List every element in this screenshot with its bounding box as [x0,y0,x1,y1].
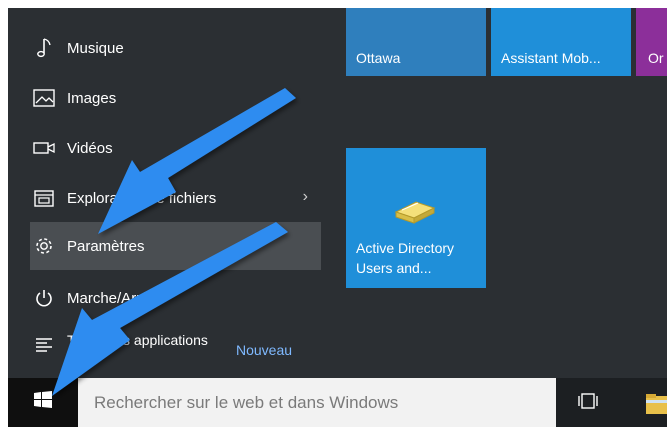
tile-weather-ottawa[interactable]: Ottawa [346,8,486,76]
file-explorer-taskbar-icon[interactable] [642,388,667,418]
tile-label: Active Directory Users and... [356,240,455,276]
windows-logo-icon [33,390,53,415]
tile-active-directory[interactable]: Active Directory Users and... [346,148,486,288]
start-menu-item-images[interactable]: Images [30,74,328,122]
image-icon [33,87,55,109]
file-explorer-icon [33,187,55,209]
power-icon [33,287,55,309]
start-menu-item-label: Musique [67,39,124,57]
tile-partial[interactable]: Or [636,8,667,76]
start-menu-item-label: Marche/Arrêt [67,289,154,307]
task-view-button[interactable] [568,388,608,418]
task-view-icon [577,392,599,415]
search-input[interactable]: Rechercher sur le web et dans Windows [78,378,556,427]
new-badge: Nouveau [236,342,293,358]
tile-assistant-mobile[interactable]: Assistant Mob... [491,8,631,76]
start-menu-item-label: Explorateur de fichiers [67,189,217,207]
tile-label: Assistant Mob... [501,50,601,66]
tiles-area: Ottawa Assistant Mob... Or Active Direct… [328,8,667,378]
start-menu-item-videos[interactable]: Vidéos [30,124,328,172]
start-menu-item-label: Toutes les applications [67,332,208,348]
tile-label: Or [648,50,664,66]
taskbar: Rechercher sur le web et dans Windows [8,378,667,427]
chevron-right-icon[interactable]: › [303,188,308,206]
start-menu-item-music[interactable]: Musique [30,24,328,72]
start-menu-left-column: Musique Images Vidéos Explorateur de fic… [8,8,328,378]
start-menu-item-label: Images [67,89,117,107]
start-menu-item-settings[interactable]: Paramètres [30,222,321,270]
start-button[interactable] [8,378,78,427]
start-menu-item-file-explorer[interactable]: Explorateur de fichiers › [30,174,328,222]
active-directory-icon [390,190,440,230]
video-camera-icon [33,137,55,159]
start-menu-item-power[interactable]: Marche/Arrêt [30,274,328,322]
music-note-icon [33,37,55,59]
windows-desktop: Musique Images Vidéos Explorateur de fic… [8,8,667,427]
tile-label: Ottawa [356,50,401,66]
list-icon [33,334,55,356]
start-menu-item-label: Vidéos [67,139,113,157]
gear-icon [33,235,55,257]
start-menu-item-label: Paramètres [67,237,145,255]
search-placeholder: Rechercher sur le web et dans Windows [94,392,399,412]
